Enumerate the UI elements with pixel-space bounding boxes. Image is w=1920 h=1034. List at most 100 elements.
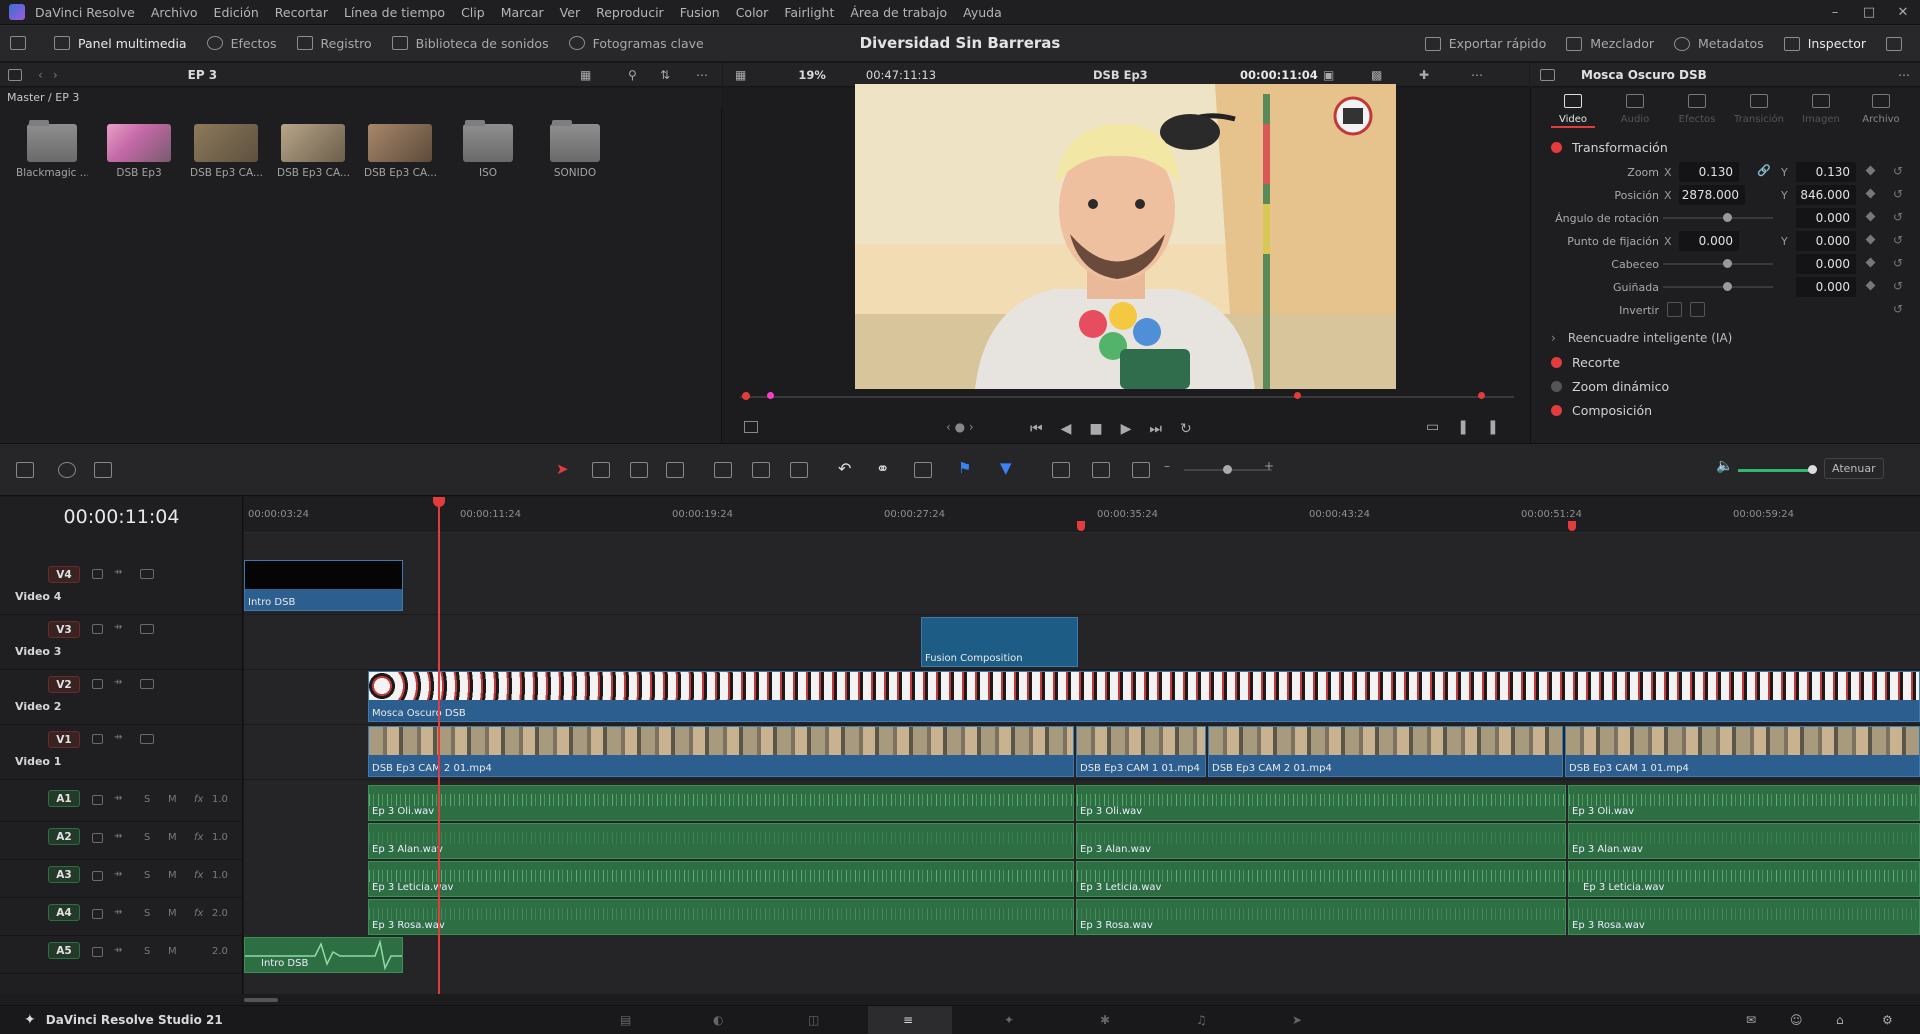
tab-transicion[interactable]: Transición	[1731, 94, 1787, 125]
fx-button[interactable]: fx	[194, 870, 203, 881]
enable-toggle-icon[interactable]	[1551, 356, 1562, 368]
lock-icon[interactable]	[92, 569, 103, 579]
track-header-a5[interactable]: A5 ⇸ S M 2.0	[0, 936, 243, 974]
zoom-y-field[interactable]: 0.130	[1796, 162, 1856, 182]
solo-button[interactable]: S	[144, 794, 150, 805]
blade-tool-icon[interactable]	[630, 462, 648, 478]
audio-clip-intro-dsb[interactable]: Intro DSB	[244, 937, 403, 973]
clip-fusion-composition[interactable]: Fusion Composition	[921, 617, 1078, 667]
mezclador-button[interactable]: Mezclador	[1556, 25, 1664, 62]
audio-clip-a4-2[interactable]: Ep 3 Rosa.wav	[1076, 899, 1566, 935]
clip-v1-4[interactable]: DSB Ep3 CAM 1 01.mp4	[1565, 726, 1920, 777]
mute-button[interactable]: M	[168, 870, 177, 881]
menu-app[interactable]: DaVinci Resolve	[35, 5, 135, 20]
rotation-slider[interactable]	[1663, 217, 1773, 219]
menu-fusion[interactable]: Fusion	[680, 5, 720, 20]
auto-select-icon[interactable]: ⇸	[114, 831, 122, 842]
enable-toggle-icon[interactable]	[1551, 141, 1562, 153]
menu-ayuda[interactable]: Ayuda	[963, 5, 1002, 20]
tab-archivo[interactable]: Archivo	[1853, 94, 1909, 125]
layout-toggle-button[interactable]	[0, 25, 44, 62]
deliver-page-icon[interactable]: ➤	[1292, 1013, 1302, 1027]
auto-select-icon[interactable]: ⇸	[114, 622, 122, 633]
media-clip-video[interactable]: DSB Ep3 CA...	[190, 124, 262, 179]
fx-button[interactable]: fx	[194, 908, 203, 919]
biblioteca-sonidos-button[interactable]: Biblioteca de sonidos	[382, 25, 559, 62]
auto-select-icon[interactable]: ⇸	[114, 732, 122, 743]
audio-clip-a2-3[interactable]: Ep 3 Alan.wav	[1568, 823, 1920, 859]
zoom-in-icon[interactable]: +	[1264, 459, 1274, 473]
pitch-field[interactable]: 0.000	[1796, 254, 1856, 274]
transform-icon[interactable]: ✚	[1419, 68, 1429, 82]
timeline-playhead[interactable]	[433, 497, 445, 994]
media-clip-video[interactable]: DSB Ep3 CA...	[364, 124, 436, 179]
reset-icon[interactable]: ↺	[1893, 233, 1903, 247]
enable-toggle-icon[interactable]	[1551, 404, 1562, 416]
auto-select-icon[interactable]: ⇸	[114, 567, 122, 578]
track-visibility-icon[interactable]	[140, 734, 154, 744]
track-header-a4[interactable]: A4 ⇸ S M fx 2.0	[0, 898, 243, 936]
output-icon[interactable]: ▩	[1371, 68, 1382, 82]
fairlight-page-icon[interactable]: ♫	[1196, 1013, 1207, 1027]
mute-button[interactable]: M	[168, 832, 177, 843]
menu-fairlight[interactable]: Fairlight	[784, 5, 834, 20]
speaker-icon[interactable]: 🔈	[1716, 458, 1733, 474]
media-clip-folder[interactable]: ISO	[452, 120, 524, 179]
menu-marcar[interactable]: Marcar	[501, 5, 544, 20]
marker-icon[interactable]	[1478, 392, 1485, 399]
track-header-v3[interactable]: V3 ⇸ Video 3	[0, 615, 243, 670]
lock-icon[interactable]	[92, 679, 103, 689]
cut-page-icon[interactable]: ◐	[713, 1013, 723, 1027]
menu-reproducir[interactable]: Reproducir	[596, 5, 664, 20]
clip-v1-2[interactable]: DSB Ep3 CAM 1 01.mp4	[1076, 726, 1206, 777]
menu-color[interactable]: Color	[736, 5, 769, 20]
clip-v1-1[interactable]: DSB Ep3 CAM 2 01.mp4	[368, 726, 1074, 777]
more-options-icon[interactable]: ⋯	[1471, 68, 1483, 82]
clip-intro-dsb-video[interactable]: Intro DSB	[244, 560, 403, 611]
section-smart-reframe[interactable]: › Reencuadre inteligente (IA)	[1539, 326, 1914, 350]
audio-clip-a3-1[interactable]: Ep 3 Leticia.wav	[368, 861, 1074, 897]
clip-v1-3[interactable]: DSB Ep3 CAM 2 01.mp4	[1208, 726, 1563, 777]
marker-color-icon[interactable]: ▼	[1000, 459, 1012, 477]
anchor-y-field[interactable]: 0.000	[1796, 231, 1856, 251]
reset-icon[interactable]: ↺	[1893, 256, 1903, 270]
scrollbar-thumb[interactable]	[244, 998, 278, 1002]
position-x-field[interactable]: 2878.000	[1679, 185, 1745, 205]
forward-icon[interactable]: ›	[53, 68, 58, 82]
collaboration-icon[interactable]: ☺	[1790, 1013, 1803, 1027]
auto-select-icon[interactable]: ⇸	[114, 945, 122, 956]
track-header-v1[interactable]: V1 ⇸ Video 1	[0, 725, 243, 780]
stop-icon[interactable]: ■	[1089, 421, 1102, 437]
minimize-icon[interactable]: –	[1818, 0, 1852, 25]
fx-button[interactable]: fx	[194, 794, 203, 805]
volume-knob[interactable]	[1808, 465, 1817, 474]
grid-view-icon[interactable]: ▦	[580, 68, 591, 82]
efectos-button[interactable]: Efectos	[197, 25, 287, 62]
flag-icon[interactable]: ⚑	[958, 459, 971, 477]
zoom-out-icon[interactable]: –	[1164, 459, 1170, 473]
track-header-v4[interactable]: V4 ⇸ Video 4	[0, 560, 243, 615]
yaw-slider-knob[interactable]	[1723, 282, 1732, 291]
timeline-scrollbar[interactable]	[0, 994, 1920, 1005]
tab-video[interactable]: Video	[1545, 94, 1601, 125]
crop-view-icon[interactable]	[744, 421, 758, 433]
dim-button[interactable]: Atenuar	[1824, 458, 1884, 479]
inspector-layout-icon[interactable]	[1540, 68, 1555, 81]
menu-recortar[interactable]: Recortar	[275, 5, 328, 20]
zoom-x-field[interactable]: 0.130	[1679, 162, 1739, 182]
home-icon[interactable]: ⌂	[1836, 1013, 1844, 1027]
yaw-slider[interactable]	[1663, 286, 1773, 288]
dynamic-trim-icon[interactable]	[666, 462, 684, 478]
auto-select-icon[interactable]: ⇸	[114, 869, 122, 880]
viewer-layout-icon[interactable]: ▦	[735, 68, 746, 82]
trim-tool-icon[interactable]	[592, 462, 610, 478]
flip-horizontal-icon[interactable]	[1667, 302, 1682, 317]
audio-clip-a3-3[interactable]: Ep 3 Leticia.wav	[1568, 861, 1920, 897]
menu-archivo[interactable]: Archivo	[151, 5, 198, 20]
audio-clip-a3-2[interactable]: Ep 3 Leticia.wav	[1076, 861, 1566, 897]
viewer-playhead[interactable]	[742, 392, 750, 400]
auto-select-icon[interactable]: ⇸	[114, 793, 122, 804]
settings-gear-icon[interactable]: ⚙	[1882, 1013, 1893, 1027]
solo-button[interactable]: S	[144, 908, 150, 919]
audio-clip-a2-1[interactable]: Ep 3 Alan.wav	[368, 823, 1074, 859]
